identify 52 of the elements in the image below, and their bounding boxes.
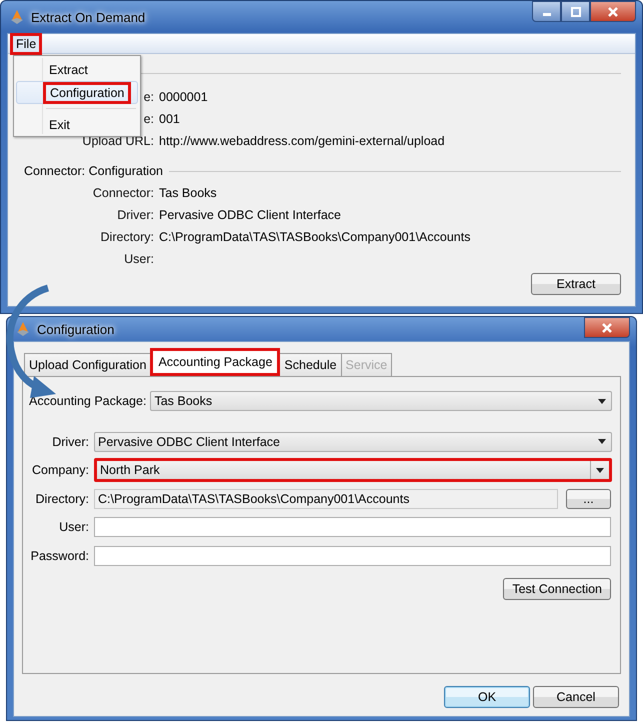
dialog-button[interactable]: OK [444,686,530,708]
tab[interactable]: Schedule [279,353,342,376]
field-label: Driver: [117,207,154,224]
caret-icon [596,468,604,473]
field-label: Password: [30,548,89,563]
field-value: 001 [159,111,181,128]
maximize-icon [570,6,582,16]
section-title: Connector: Configuration [24,164,163,178]
tab[interactable]: Upload Configuration [24,353,152,376]
window-title: Extract On Demand [31,10,146,24]
caret-icon [598,398,606,404]
field-label: Driver: [51,434,89,449]
dialog-button[interactable]: Cancel [533,686,619,708]
maximize-button[interactable] [561,1,590,22]
field-label: Directory: [34,492,89,506]
app-icon [9,9,25,25]
window-title: Configuration [37,322,114,336]
menu-item[interactable]: Configuration [43,82,132,104]
tab[interactable]: Accounting Package [150,348,280,376]
app-icon [15,321,31,337]
close-button[interactable] [584,317,630,338]
input-field[interactable] [94,517,611,538]
minimize-button[interactable] [532,1,561,22]
field-value: C:\ProgramData\TAS\TASBooks\Company001\Accounts [159,229,472,246]
menu-item[interactable]: Exit [42,114,77,136]
directory-field[interactable]: C:\ProgramData\TAS\TASBooks\Company001\Accounts [94,488,558,509]
close-icon [607,6,619,16]
dropdown[interactable]: North Park [94,458,612,482]
test-connection-button[interactable]: Test Connection [503,578,611,600]
menu-item[interactable]: File [10,32,42,54]
field-label: Accounting Package: [29,394,146,408]
field-label: e: [144,89,154,106]
field-label: User: [58,520,89,534]
close-icon [601,322,613,332]
field-label: e: [144,111,154,128]
caret-icon [598,439,606,444]
dropdown[interactable]: Pervasive ODBC Client Interface [94,432,612,452]
input-field[interactable] [94,546,611,566]
package-dropdown[interactable]: Tas Books [150,391,612,412]
field-value: 0000001 [159,89,209,106]
field-label: Connector: [92,185,154,202]
field-label: Directory: [100,229,154,246]
field-value: Tas Books [159,185,218,202]
menu-item[interactable]: Extract [42,58,95,80]
minimize-icon [542,13,550,16]
field-label: Company: [31,463,89,478]
browse-button[interactable]: ... [566,488,611,509]
close-button[interactable] [590,1,636,22]
field-value: http://www.webaddress.com/gemini-external/upload [159,133,446,150]
extract-button[interactable]: Extract [531,273,621,295]
field-value: Pervasive ODBC Client Interface [159,207,342,224]
field-label: User: [124,251,154,268]
